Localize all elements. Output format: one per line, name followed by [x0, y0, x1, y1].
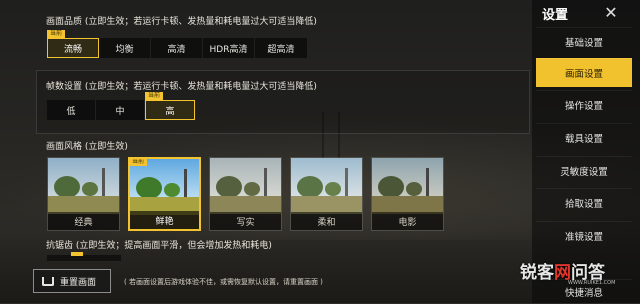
- style-preview-tree: [378, 176, 404, 198]
- graphics-quality-selector: 当前 流畅 均衡 高清 HDR高清 超高清: [47, 30, 307, 58]
- quality-option-smooth[interactable]: 当前 流畅: [47, 30, 99, 58]
- anti-aliasing-current-marker: [71, 252, 83, 256]
- style-preview-tree: [136, 177, 162, 199]
- style-preview-tree: [325, 182, 341, 196]
- style-title: 画面风格 (立即生效): [46, 142, 128, 152]
- sidebar-item-label: 画面设置: [564, 69, 603, 80]
- style-option-label: 鲜艳: [130, 211, 199, 229]
- quality-option-balanced[interactable]: 均衡: [99, 38, 151, 58]
- style-preview-tree: [244, 182, 260, 196]
- sidebar-item-sensitivity[interactable]: 灵敏度设置: [536, 156, 632, 185]
- sidebar-item-label: 快捷消息: [564, 288, 603, 299]
- frame-rate-option-label: 低: [66, 106, 76, 117]
- frame-rate-option-low[interactable]: 低: [47, 100, 96, 120]
- quality-option-ultra[interactable]: 超高清: [255, 38, 307, 58]
- sidebar-item-label: 基础设置: [564, 38, 603, 49]
- frame-rate-option-label: 高: [165, 106, 175, 117]
- current-tag: 当前: [47, 30, 66, 38]
- style-preview-tree: [297, 176, 323, 198]
- style-preview-tree: [164, 183, 180, 197]
- current-tag: 当前: [145, 92, 164, 100]
- reset-note: ( 若画面设置后游戏体验不佳，或需恢复默认设置，请重置画面 ): [124, 278, 323, 286]
- frame-rate-option-label: 中: [115, 106, 125, 117]
- quality-option-label: HDR高清: [209, 44, 248, 55]
- sidebar-item-scope[interactable]: 准镜设置: [536, 221, 632, 250]
- frame-rate-title: 帧数设置 (立即生效；若运行卡顿、发热量和耗电量过大可适当降低): [46, 82, 317, 92]
- sidebar-item-pickup[interactable]: 拾取设置: [536, 188, 632, 217]
- style-preview-tree: [216, 176, 242, 198]
- style-option-cinematic[interactable]: 电影: [371, 157, 444, 231]
- style-preview-tower: [345, 168, 348, 196]
- current-tag: 当前: [130, 159, 148, 166]
- close-button[interactable]: ✕: [592, 0, 630, 24]
- reset-icon: [42, 276, 54, 286]
- close-icon: ✕: [604, 2, 618, 22]
- style-preview-tree: [82, 182, 98, 196]
- style-preview-tower: [264, 168, 267, 196]
- style-preview-tower: [102, 168, 105, 196]
- style-option-realistic[interactable]: 写实: [209, 157, 282, 231]
- anti-aliasing-title: 抗锯齿 (立即生效；提高画面平滑，但会增加发热和耗电): [46, 241, 272, 251]
- reset-graphics-button[interactable]: 重置画面: [33, 269, 111, 293]
- style-preview-tower: [184, 169, 187, 197]
- style-option-label: 写实: [210, 212, 281, 230]
- sidebar-item-graphics[interactable]: 画面设置: [536, 58, 632, 87]
- watermark-url: WWW.RUIKE1.COM: [568, 280, 616, 286]
- reset-button-label: 重置画面: [60, 277, 97, 288]
- quality-option-label: 均衡: [115, 44, 134, 55]
- style-option-soft[interactable]: 柔和: [290, 157, 363, 231]
- style-preview-tree: [54, 176, 80, 198]
- style-option-label: 经典: [48, 212, 119, 230]
- quality-option-label: 超高清: [267, 44, 295, 55]
- quality-option-hd[interactable]: 高清: [151, 38, 203, 58]
- sidebar-item-label: 操作设置: [564, 101, 603, 112]
- sidebar-item-controls[interactable]: 操作设置: [536, 90, 632, 119]
- quality-option-label: 高清: [167, 44, 186, 55]
- watermark-text: 锐客: [520, 263, 554, 283]
- style-option-vivid[interactable]: 当前 鲜艳: [128, 157, 201, 231]
- quality-option-hdr[interactable]: HDR高清: [203, 38, 255, 58]
- style-option-classic[interactable]: 经典: [47, 157, 120, 231]
- sidebar-item-label: 拾取设置: [564, 199, 603, 210]
- sidebar-item-label: 灵敏度设置: [560, 167, 608, 178]
- anti-aliasing-selector[interactable]: [47, 252, 121, 261]
- style-preview-tree: [406, 182, 422, 196]
- graphics-quality-title: 画面品质 (立即生效；若运行卡顿、发热量和耗电量过大可适当降低): [46, 17, 317, 27]
- frame-rate-selector: 低 中 当前 高: [47, 92, 195, 120]
- sidebar-item-label: 载具设置: [564, 134, 603, 145]
- sidebar-item-label: 准镜设置: [564, 232, 603, 243]
- style-preview-tower: [426, 168, 429, 196]
- style-selector: 经典 当前 鲜艳 写实 柔和 电影: [47, 157, 444, 231]
- frame-rate-option-high[interactable]: 当前 高: [145, 92, 195, 120]
- sidebar-item-vehicle[interactable]: 载具设置: [536, 123, 632, 152]
- style-option-label: 柔和: [291, 212, 362, 230]
- sidebar-item-basic[interactable]: 基础设置: [536, 27, 632, 56]
- frame-rate-option-medium[interactable]: 中: [96, 100, 145, 120]
- style-option-label: 电影: [372, 212, 443, 230]
- settings-title: 设置: [542, 8, 569, 23]
- quality-option-label: 流畅: [63, 44, 82, 55]
